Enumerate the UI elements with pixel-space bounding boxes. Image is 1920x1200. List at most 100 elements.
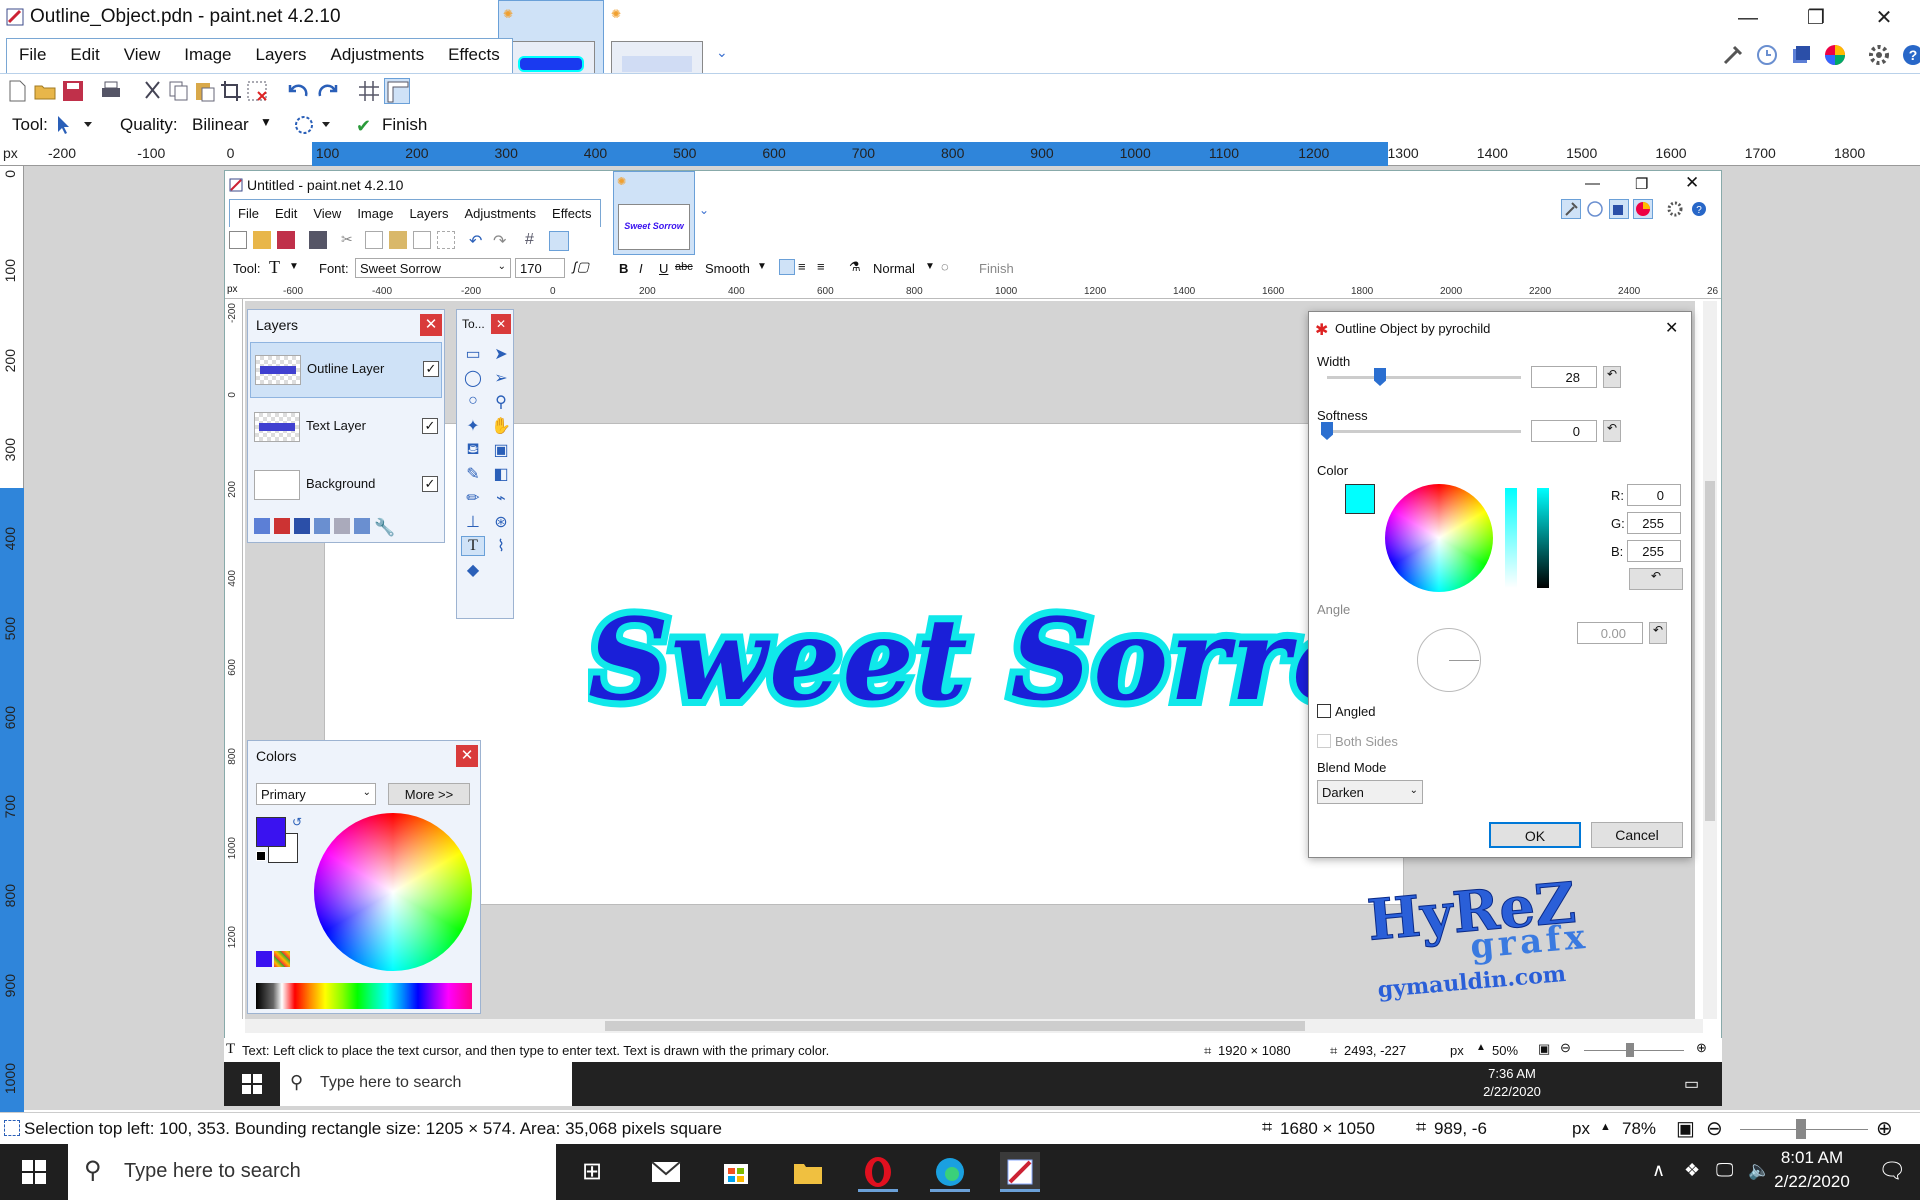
layer-properties-icon[interactable]: 🔧 <box>374 518 395 537</box>
menu-adjustments[interactable]: Adjustments <box>319 39 437 74</box>
new-file-icon[interactable] <box>229 231 247 249</box>
chevron-up-icon[interactable]: ▲ <box>1476 1042 1486 1053</box>
layer-visibility-checkbox[interactable]: ✓ <box>423 361 439 377</box>
layers-window-icon[interactable] <box>1788 42 1814 68</box>
layers-window-icon[interactable] <box>1609 199 1629 219</box>
paintnet-taskbar-icon[interactable] <box>1000 1152 1040 1192</box>
maximize-button[interactable]: ❐ <box>1635 175 1648 193</box>
grid-icon[interactable] <box>356 78 382 104</box>
layer-row-background[interactable]: Background ✓ <box>250 458 442 514</box>
cancel-button[interactable]: Cancel <box>1591 822 1683 848</box>
menu-image[interactable]: Image <box>172 39 243 74</box>
reset-width-icon[interactable]: ↶ <box>1603 366 1621 388</box>
zoom-level[interactable]: 78% <box>1622 1119 1656 1139</box>
close-button[interactable]: ✕ <box>1685 173 1699 193</box>
clock-date[interactable]: 2/22/2020 <box>1758 1172 1866 1192</box>
opera-icon[interactable] <box>858 1152 898 1192</box>
quality-dropdown[interactable]: Bilinear <box>192 115 249 135</box>
move-selection-tool-icon[interactable] <box>54 114 94 136</box>
tools-window-icon[interactable] <box>1720 42 1746 68</box>
underline-button[interactable]: U <box>659 261 668 276</box>
minimize-button[interactable]: — <box>1728 4 1768 32</box>
text-tool-icon[interactable]: T <box>269 257 280 278</box>
units-selector[interactable]: px <box>1572 1119 1590 1139</box>
paintbrush-tool-icon[interactable]: ✎ <box>461 464 485 484</box>
both-sides-checkbox[interactable] <box>1317 734 1331 748</box>
paint-bucket-tool-icon[interactable]: ⛾ <box>461 440 485 460</box>
blend-mode-dropdown[interactable]: Normal <box>873 261 915 276</box>
save-icon[interactable] <box>60 78 86 104</box>
font-mode-icon[interactable]: ʃ▢ <box>573 259 589 275</box>
zoom-in-icon[interactable]: ⊕ <box>1696 1040 1707 1056</box>
color-wheel[interactable] <box>1385 484 1493 592</box>
chevron-down-icon[interactable]: ⌄ <box>699 203 709 217</box>
ok-button[interactable]: OK <box>1489 822 1581 848</box>
align-right-icon[interactable]: ≡ <box>817 259 833 275</box>
taskbar-search[interactable]: ⚲ Type here to search <box>68 1144 556 1200</box>
help-icon[interactable]: ? <box>1689 199 1709 219</box>
color-picker-tool-icon[interactable]: ⌁ <box>489 488 513 508</box>
reset-softness-icon[interactable]: ↶ <box>1603 420 1621 442</box>
recolor-tool-icon[interactable]: ⊛ <box>489 512 513 532</box>
blend-mode-dropdown[interactable]: Darken ⌄ <box>1317 780 1423 804</box>
colors-window-icon[interactable] <box>1633 199 1653 219</box>
grid-icon[interactable]: # <box>525 231 543 249</box>
layer-row-text[interactable]: Text Layer ✓ <box>250 400 442 456</box>
zoom-slider[interactable] <box>1584 1050 1684 1051</box>
strikethrough-button[interactable]: abc <box>675 261 693 273</box>
gear-icon[interactable] <box>1866 42 1892 68</box>
windows-start-icon[interactable] <box>22 1160 46 1184</box>
angle-dial[interactable] <box>1417 628 1481 692</box>
canvas-text-art[interactable]: Sweet Sorrow Sweet Sorrow <box>588 595 1308 735</box>
menu-file[interactable]: File <box>7 39 58 74</box>
text-tool-icon[interactable]: T <box>461 536 485 556</box>
magic-wand-tool-icon[interactable]: ✦ <box>461 416 485 436</box>
r-input[interactable]: 0 <box>1627 484 1681 506</box>
menu-edit[interactable]: Edit <box>267 200 305 227</box>
history-window-icon[interactable] <box>1754 42 1780 68</box>
move-layer-up-icon[interactable] <box>334 518 350 534</box>
palette-options-icon[interactable] <box>274 951 290 967</box>
b-input[interactable]: 255 <box>1627 540 1681 562</box>
windows-start-icon[interactable] <box>242 1074 262 1094</box>
horizontal-scrollbar[interactable] <box>245 1019 1703 1033</box>
selection-mode-icon[interactable]: ◌ <box>941 259 949 274</box>
close-button[interactable]: ✕ <box>1665 318 1678 338</box>
reset-colors-icon[interactable] <box>256 851 266 861</box>
copy-icon[interactable] <box>365 231 383 249</box>
zoom-out-icon[interactable]: ⊖ <box>1560 1040 1571 1056</box>
blending-icon[interactable]: ⚗ <box>849 259 861 275</box>
minimize-button[interactable]: — <box>1585 175 1600 192</box>
align-center-icon[interactable]: ≡ <box>798 259 814 275</box>
paste-icon[interactable] <box>389 231 407 249</box>
angle-input[interactable]: 0.00 <box>1577 622 1643 644</box>
redo-icon[interactable]: ↷ <box>493 231 511 250</box>
move-selection-tool-icon[interactable]: ➢ <box>489 368 513 388</box>
ellipse-select-tool-icon[interactable]: ○ <box>461 392 485 412</box>
deselect-icon[interactable] <box>437 231 455 249</box>
history-window-icon[interactable] <box>1585 199 1605 219</box>
merge-layer-down-icon[interactable] <box>314 518 330 534</box>
more-button[interactable]: More >> <box>388 783 470 805</box>
color-swatch[interactable] <box>1345 484 1375 514</box>
menu-layers[interactable]: Layers <box>244 39 319 74</box>
line-curve-tool-icon[interactable]: ⌇ <box>489 536 513 556</box>
align-left-icon[interactable] <box>779 259 795 275</box>
print-icon[interactable] <box>309 231 327 249</box>
chevron-down-icon[interactable]: ▼ <box>925 261 935 272</box>
dropbox-icon[interactable]: ❖ <box>1684 1160 1700 1181</box>
deselect-icon[interactable] <box>244 78 270 104</box>
pan-tool-icon[interactable]: ✋ <box>489 416 513 436</box>
menu-edit[interactable]: Edit <box>58 39 111 74</box>
open-folder-icon[interactable] <box>32 78 58 104</box>
checkmark-icon[interactable]: ✔ <box>356 116 371 137</box>
antialiasing-dropdown[interactable]: Smooth <box>705 261 750 276</box>
open-folder-icon[interactable] <box>253 231 271 249</box>
scrollbar-thumb[interactable] <box>605 1021 1305 1031</box>
duplicate-layer-icon[interactable] <box>294 518 310 534</box>
zoom-slider-thumb[interactable] <box>1626 1043 1634 1057</box>
clock-time[interactable]: 8:01 AM <box>1766 1148 1858 1168</box>
saturation-slider[interactable] <box>1505 488 1517 588</box>
notification-icon[interactable]: ▭ <box>1684 1074 1699 1094</box>
eraser-tool-icon[interactable]: ◧ <box>489 464 513 484</box>
